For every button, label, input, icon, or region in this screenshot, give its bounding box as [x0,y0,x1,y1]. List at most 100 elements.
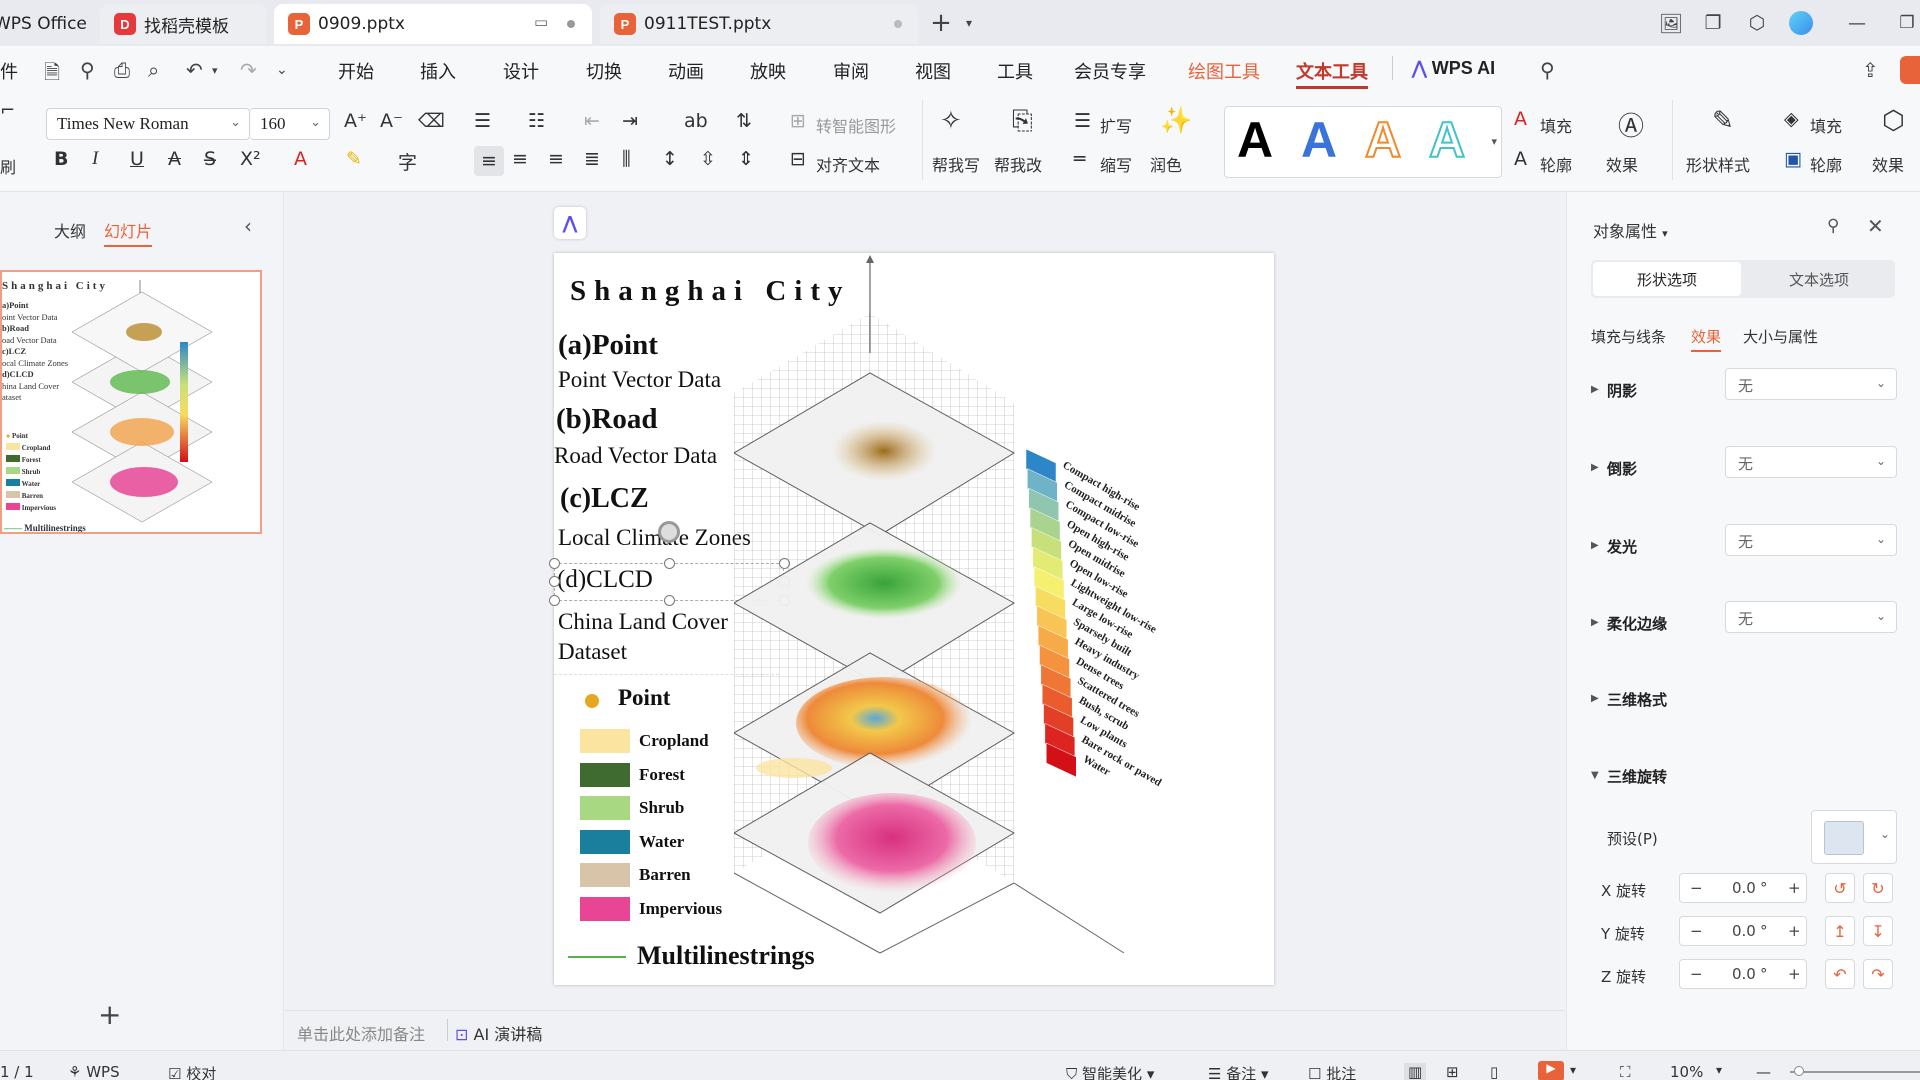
menu-drawing-tools[interactable]: 绘图工具 [1188,58,1260,84]
polish-icon[interactable]: ✨ [1160,106,1192,136]
undo-icon[interactable]: ↶ [186,58,203,82]
expand-icon[interactable]: ☰ [1074,110,1091,132]
shape-fill-button[interactable]: 填充 [1810,113,1842,137]
z-rotation-stepper[interactable]: − 0.0 ° + [1679,959,1807,989]
text-outline-button[interactable]: 轮廓 [1540,152,1572,176]
smart-shape-icon[interactable]: ⊞ [790,110,806,132]
tab-0909[interactable]: P 0909.pptx ▭ [274,4,592,44]
redo-icon[interactable]: ↷ [240,58,257,82]
resize-handle[interactable] [664,558,675,569]
text-style-blue[interactable]: A [1301,111,1337,169]
bullet-list-icon[interactable]: ☰ [474,110,491,132]
slide-thumbnail-1[interactable]: Shanghai City a)Point oint Vector Data b… [0,270,262,534]
z-rotation-value[interactable]: 0.0 [1732,965,1756,983]
tab-outline[interactable]: 大纲 [54,218,86,242]
pin-icon[interactable]: ⚲ [1827,216,1839,236]
shrink-button[interactable]: 缩写 [1100,152,1132,176]
undo-chevron-icon[interactable]: ▾ [212,64,218,77]
tab-text-options[interactable]: 文本选项 [1745,262,1893,296]
sort-icon[interactable]: ⇅ [736,110,752,132]
subtab-effects[interactable]: 效果 [1691,326,1722,352]
shape-effect-icon[interactable]: ⬡ [1882,106,1905,136]
align-text-label[interactable]: 对齐文本 [816,152,880,176]
proofread-button[interactable]: ☑ 校对 [168,1063,216,1080]
menu-text-tools[interactable]: 文本工具 [1296,58,1368,89]
save-icon[interactable]: 🗎 [44,58,60,92]
line-spacing-icon[interactable]: ↕ [662,148,678,170]
menu-home[interactable]: 开始 [338,58,374,84]
text-style-orange[interactable]: A [1364,111,1402,169]
rotate-up-icon[interactable]: ↥ [1825,916,1855,946]
heading-c[interactable]: (c)LCZ [560,483,649,515]
paragraph-spacing-icon[interactable]: ⇳ [700,148,716,170]
cloud-upload-icon[interactable]: ⇪ [1862,58,1879,82]
clear-format-icon[interactable]: ⌫ [418,110,445,132]
shape-outline-icon[interactable]: ▣ [1784,148,1802,170]
menu-member[interactable]: 会员专享 [1074,58,1146,84]
subtitle-a[interactable]: Point Vector Data [558,367,721,393]
share-button[interactable] [1900,56,1920,84]
new-tab-button[interactable]: + [928,8,954,38]
heading-d[interactable]: (d)CLCD [557,566,653,594]
cube-icon[interactable]: ⬡ [1744,10,1770,36]
slide[interactable]: Shanghai City (a)Point Point Vector Data… [549,253,1274,985]
menu-view[interactable]: 视图 [915,58,951,84]
close-icon[interactable]: ✕ [1867,214,1884,238]
expand-triangle-icon[interactable]: ▶ [1591,384,1599,395]
subtitle-b[interactable]: Road Vector Data [554,443,717,469]
reflection-label[interactable]: 倒影 [1607,458,1637,479]
panel-title[interactable]: 对象属性 ▾ [1593,218,1668,242]
zoom-level[interactable]: 10% [1670,1063,1703,1080]
window-icon[interactable]: ❐ [1700,10,1726,36]
normal-view-icon[interactable]: ▥ [1404,1063,1427,1080]
menu-wps-ai[interactable]: ⋀ WPS AI [1412,58,1495,79]
polish-button[interactable]: 润色 [1150,152,1182,176]
decrease-font-icon[interactable]: A⁻ [380,110,403,132]
ai-edit-icon[interactable]: ⎘ [1012,106,1033,137]
menu-tools[interactable]: 工具 [997,58,1033,84]
y-rotation-value[interactable]: 0.0 [1732,922,1756,940]
format-3d-label[interactable]: 三维格式 [1607,689,1667,710]
menu-transition[interactable]: 切换 [586,58,622,84]
x-rotation-value[interactable]: 0.0 [1732,879,1756,897]
expand-button[interactable]: 扩写 [1100,113,1132,137]
phonetic-icon[interactable]: 字 [398,148,417,175]
soft-edges-select[interactable]: 无 ⌄ [1725,601,1897,633]
more-chevron-icon[interactable]: ⌄ [276,62,288,78]
decrement-icon[interactable]: − [1690,965,1703,983]
unsaved-dot-icon[interactable] [567,20,575,28]
wps-ai-float-icon[interactable]: ⋀ [554,207,586,239]
text-effect-button[interactable]: 效果 [1606,152,1638,176]
resize-handle[interactable] [549,576,560,587]
rotate-down-icon[interactable]: ↧ [1863,916,1893,946]
convert-smart-shape-label[interactable]: 转智能图形 [816,113,896,137]
highlight-icon[interactable]: ✎ [346,148,362,170]
increment-icon[interactable]: + [1788,965,1801,983]
x-rotation-stepper[interactable]: − 0.0 ° + [1679,873,1807,903]
rotate-right-icon[interactable]: ↻ [1863,873,1893,903]
align-right-icon[interactable]: ≡ [548,148,564,170]
font-name-select[interactable]: Times New Roman ⌄ [46,108,250,140]
subtitle-d-1[interactable]: China Land Cover [558,609,728,635]
zoom-chevron-icon[interactable]: ▾ [1716,1063,1722,1077]
collapse-panel-icon[interactable]: ‹ [244,214,252,238]
zoom-out-icon[interactable]: — [1756,1063,1771,1080]
expand-triangle-icon[interactable]: ▶ [1591,540,1599,551]
bold-icon[interactable]: B [54,148,68,170]
preset-select[interactable]: ⌄ [1811,810,1897,864]
play-slideshow-icon[interactable]: ▶ [1538,1061,1564,1080]
collapse-triangle-icon[interactable]: ▼ [1591,770,1599,781]
strikethrough-icon[interactable]: A [168,148,181,170]
heading-b[interactable]: (b)Road [556,403,658,436]
numbered-list-icon[interactable]: ☷ [528,110,545,132]
find-icon[interactable]: ⚲ [80,58,95,82]
text-style-black[interactable]: A [1237,111,1273,169]
play-chevron-icon[interactable]: ▾ [1570,1063,1576,1077]
increase-indent-icon[interactable]: ⇥ [622,110,638,132]
text-effect-icon[interactable]: Ⓐ [1618,106,1644,143]
decrement-icon[interactable]: − [1690,922,1703,940]
resize-handle[interactable] [549,558,560,569]
distribute-icon[interactable]: ⫼ [622,148,631,170]
print-preview-icon[interactable]: ⌕ [148,58,159,82]
menu-insert[interactable]: 插入 [420,58,456,84]
